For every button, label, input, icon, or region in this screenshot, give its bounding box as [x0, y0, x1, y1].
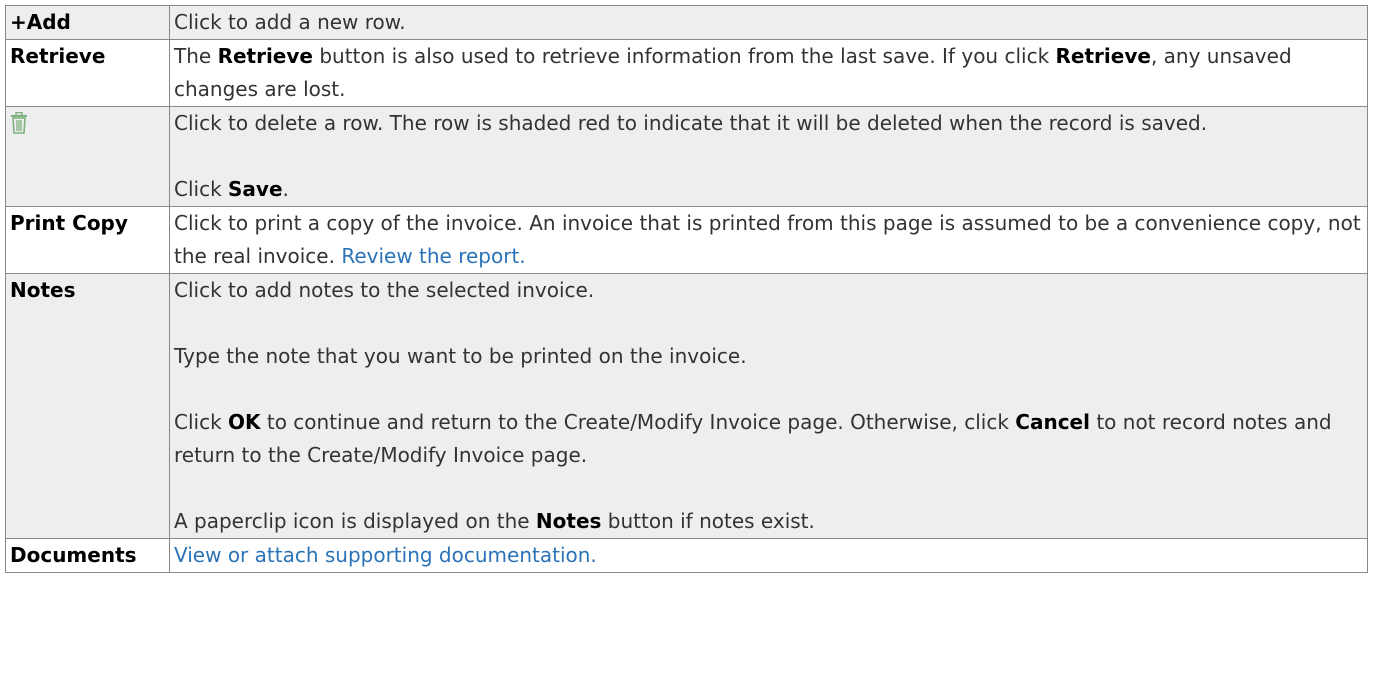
notes-para-4: A paperclip icon is displayed on the Not… [174, 505, 1363, 538]
row-key-documents: Documents [5, 538, 170, 573]
table-row-print-copy: Print Copy Click to print a copy of the … [5, 206, 1368, 274]
row-desc-print-copy: Click to print a copy of the invoice. An… [169, 206, 1368, 274]
row-desc-documents: View or attach supporting documentation. [169, 538, 1368, 573]
notes-bold-notes: Notes [535, 509, 602, 533]
retrieve-bold-1: Retrieve [217, 44, 313, 68]
table-row-add: +Add Click to add a new row. [5, 5, 1368, 40]
notes-p4-text-1: A paperclip icon is displayed on the [174, 509, 536, 533]
retrieve-text-2: button is also used to retrieve informat… [312, 44, 1056, 68]
row-key-delete [5, 106, 170, 207]
notes-para-3: Click OK to continue and return to the C… [174, 406, 1363, 472]
table-row-delete: Click to delete a row. The row is shaded… [5, 106, 1368, 207]
delete-bold-save: Save [228, 177, 283, 201]
table-row-retrieve: Retrieve The Retrieve button is also use… [5, 39, 1368, 107]
delete-text-1: Click [174, 177, 229, 201]
delete-para-1: Click to delete a row. The row is shaded… [174, 111, 1208, 135]
notes-p3-text-1: Click [174, 410, 229, 434]
button-reference-table: +Add Click to add a new row. Retrieve Th… [5, 5, 1368, 573]
row-key-retrieve: Retrieve [5, 39, 170, 107]
retrieve-text-1: The [174, 44, 218, 68]
retrieve-bold-2: Retrieve [1055, 44, 1151, 68]
row-desc-delete: Click to delete a row. The row is shaded… [169, 106, 1368, 207]
delete-para-2: Click Save. [174, 173, 1363, 206]
table-row-documents: Documents View or attach supporting docu… [5, 538, 1368, 573]
notes-bold-cancel: Cancel [1015, 410, 1090, 434]
table-row-notes: Notes Click to add notes to the selected… [5, 273, 1368, 539]
row-key-add: +Add [5, 5, 170, 40]
row-desc-add: Click to add a new row. [169, 5, 1368, 40]
notes-para-1: Click to add notes to the selected invoi… [174, 278, 595, 302]
notes-p3-text-2: to continue and return to the Create/Mod… [260, 410, 1016, 434]
row-key-notes: Notes [5, 273, 170, 539]
notes-para-2: Type the note that you want to be printe… [174, 344, 747, 368]
row-key-print-copy: Print Copy [5, 206, 170, 274]
row-desc-retrieve: The Retrieve button is also used to retr… [169, 39, 1368, 107]
row-desc-notes: Click to add notes to the selected invoi… [169, 273, 1368, 539]
trash-icon [11, 112, 27, 134]
notes-bold-ok: OK [228, 410, 261, 434]
review-report-link[interactable]: Review the report. [341, 244, 525, 268]
supporting-documentation-link[interactable]: View or attach supporting documentation. [174, 543, 597, 567]
notes-p4-text-2: button if notes exist. [601, 509, 815, 533]
delete-text-2: . [282, 177, 289, 201]
